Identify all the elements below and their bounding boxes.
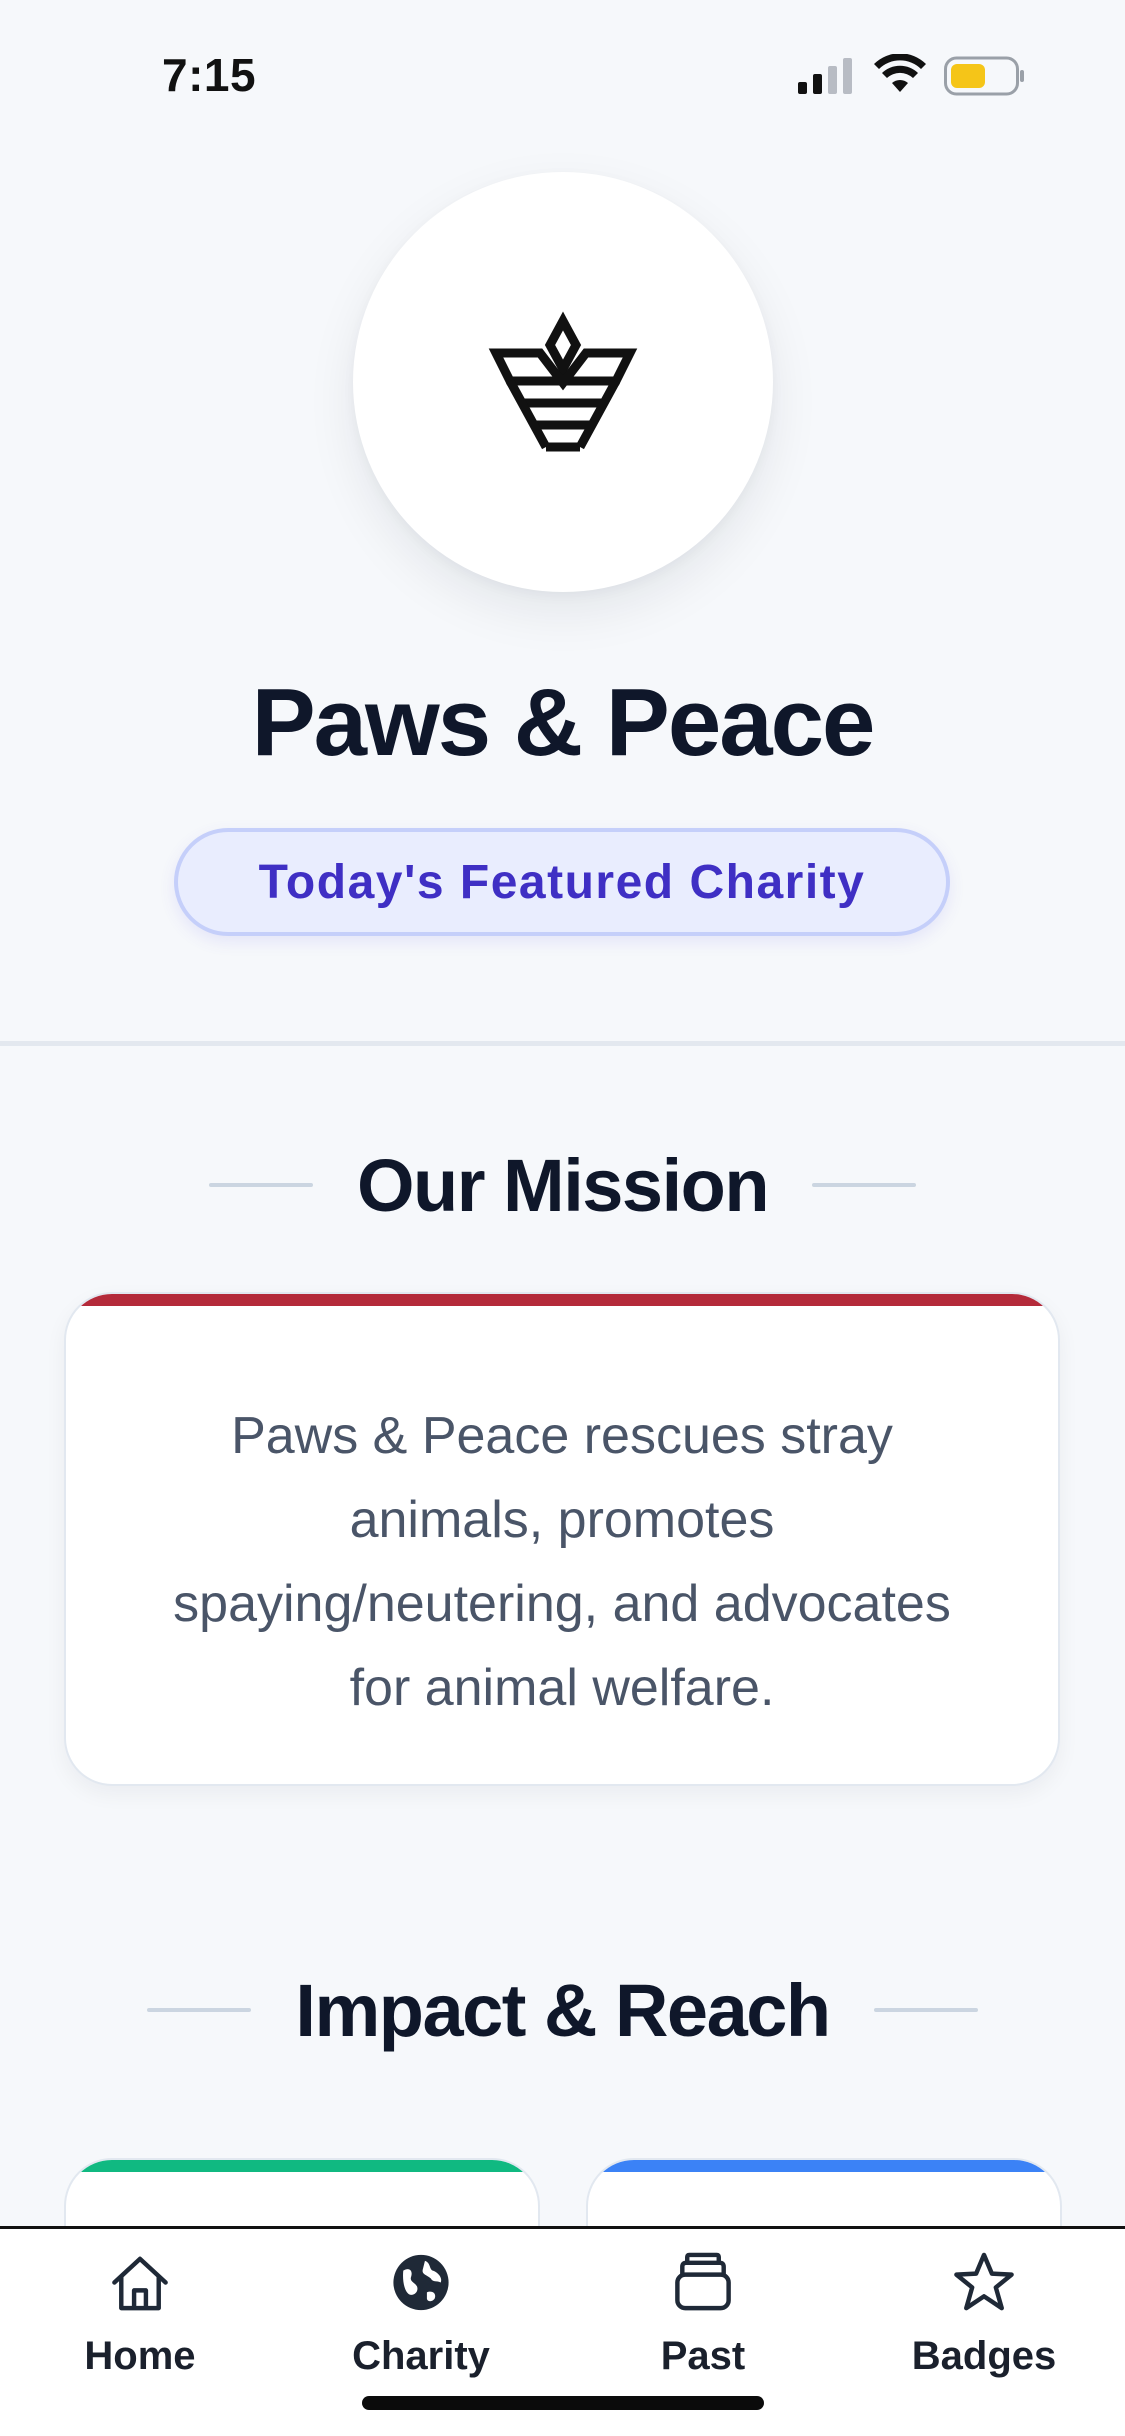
battery-icon [944,56,1024,96]
tab-badges[interactable]: Badges [874,2249,1094,2379]
charity-screen: 7:15 Paws & Peace Today's Featured Chari… [0,0,1125,2436]
tab-past[interactable]: Past [593,2249,813,2379]
tab-label: Charity [352,2334,490,2378]
tab-label: Badges [911,2334,1057,2378]
impact-card-accent [66,2160,538,2172]
status-time: 7:15 [162,49,257,101]
wifi-icon [874,54,926,92]
home-icon [112,2256,168,2311]
status-bar: 7:15 [0,0,1125,150]
home-indicator[interactable] [362,2396,764,2410]
archive-icon [675,2252,731,2311]
tab-charity[interactable]: Charity [311,2249,531,2379]
signal-icon [798,58,852,94]
globe-icon [393,2254,449,2311]
mission-text: Paws & Peace rescues stray animals, prom… [173,1407,951,1717]
mission-card-accent [66,1294,1058,1306]
star-icon [954,2252,1014,2311]
mission-heading: Our Mission [356,1143,770,1227]
charity-logo-icon [488,311,638,452]
tab-label: Home [84,2334,196,2378]
featured-charity-badge: Today's Featured Charity [174,828,950,936]
impact-heading: Impact & Reach [295,1968,831,2052]
heading-rule-left [208,1183,313,1187]
heading-rule-right [812,1183,917,1187]
charity-name: Paws & Peace [251,669,876,776]
tab-home[interactable]: Home [30,2249,250,2379]
tab-label: Past [660,2334,746,2378]
impact-section-heading: Impact & Reach [0,1965,1125,2055]
mission-section-heading: Our Mission [0,1140,1125,1230]
impact-card-accent [588,2160,1060,2172]
section-divider [0,1041,1125,1046]
charity-logo [353,172,773,592]
heading-rule-left [147,2008,252,2012]
mission-card: Paws & Peace rescues stray animals, prom… [64,1292,1060,1786]
heading-rule-right [873,2008,978,2012]
featured-badge-label: Today's Featured Charity [258,855,866,909]
